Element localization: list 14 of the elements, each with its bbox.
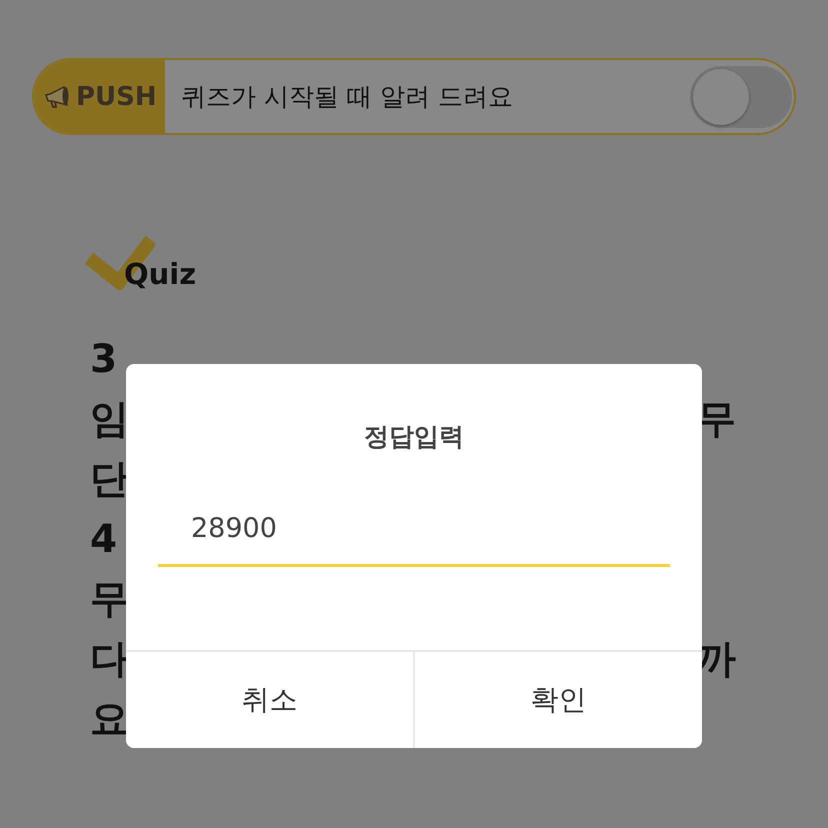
question-text: 4 [90, 517, 118, 563]
question-text: 다 [90, 637, 129, 683]
question-text: 무 [90, 577, 129, 623]
question-text: 무 [697, 397, 735, 443]
answer-input[interactable]: 28900 [158, 500, 670, 567]
confirm-button[interactable]: 확인 [413, 652, 702, 748]
dialog-title: 정답입력 [364, 421, 464, 453]
question-text: 임 [90, 397, 129, 443]
push-message: 퀴즈가 시작될 때 알려 드려요 [181, 80, 513, 113]
push-toggle[interactable] [690, 66, 792, 128]
question-text: 3 [90, 337, 118, 383]
question-text: 단 [90, 457, 129, 503]
push-label: PUSH [76, 84, 157, 110]
question-text: 요 [90, 697, 129, 743]
